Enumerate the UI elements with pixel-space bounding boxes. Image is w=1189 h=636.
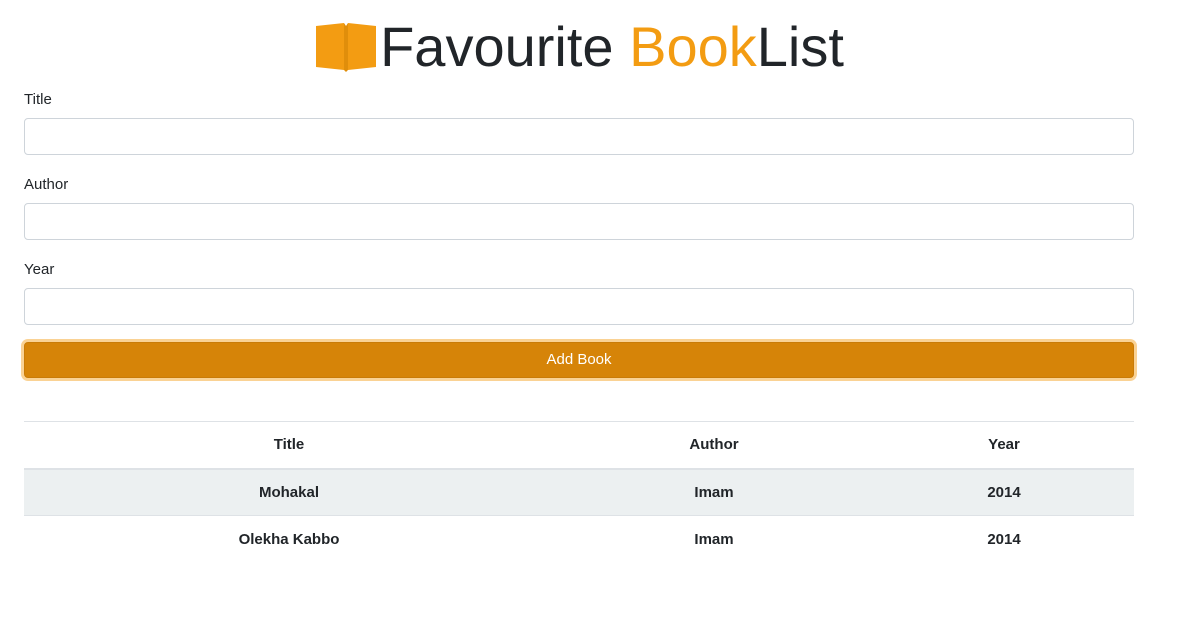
table-row: Olekha Kabbo Imam 2014 <box>24 515 1134 563</box>
column-header-title: Title <box>24 421 554 470</box>
table-row: Mohakal Imam 2014 <box>24 468 1134 516</box>
cell-year: 2014 <box>874 515 1134 563</box>
table-header: Title Author Year <box>24 421 1134 470</box>
title-accent: Book <box>629 15 757 78</box>
author-input[interactable] <box>24 203 1134 240</box>
table-header-row: Title Author Year <box>24 421 1134 470</box>
title-part-2: List <box>756 15 844 78</box>
cell-author: Imam <box>554 515 874 563</box>
year-label: Year <box>24 261 55 278</box>
table-body: Mohakal Imam 2014 Olekha Kabbo Imam 2014 <box>24 468 1134 563</box>
page: Favourite BookList Title Author Year Add… <box>0 0 1189 636</box>
page-title: Favourite BookList <box>380 14 844 80</box>
add-book-button[interactable]: Add Book <box>24 342 1134 378</box>
title-label: Title <box>24 91 52 108</box>
title-part-1: Favourite <box>380 15 630 78</box>
column-header-author: Author <box>554 421 874 470</box>
title-input[interactable] <box>24 118 1134 155</box>
author-label: Author <box>24 176 69 193</box>
year-input[interactable] <box>24 288 1134 325</box>
open-book-icon <box>316 23 377 72</box>
column-header-year: Year <box>874 421 1134 470</box>
add-book-form: Title Author Year Add Book <box>24 90 1134 378</box>
book-table: Title Author Year Mohakal Imam 2014 Olek… <box>24 421 1134 563</box>
cell-title: Olekha Kabbo <box>24 515 554 563</box>
cell-title: Mohakal <box>24 468 554 516</box>
cell-author: Imam <box>554 468 874 516</box>
cell-year: 2014 <box>874 468 1134 516</box>
page-header: Favourite BookList <box>0 14 1158 80</box>
